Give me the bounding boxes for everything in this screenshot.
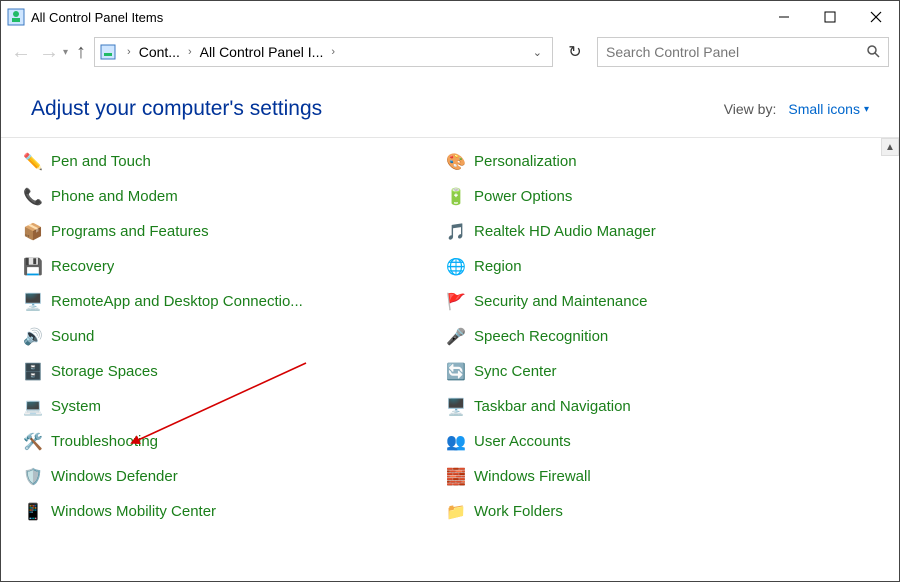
cp-item-icon: 📱 xyxy=(23,502,43,522)
view-by-label: View by: xyxy=(724,101,777,117)
close-button[interactable] xyxy=(853,1,899,33)
search-input[interactable]: Search Control Panel xyxy=(597,37,889,67)
page-title: Adjust your computer's settings xyxy=(31,97,322,121)
search-placeholder: Search Control Panel xyxy=(606,44,739,60)
cp-item-label: Security and Maintenance xyxy=(474,293,647,310)
cp-item-icon: 🔋 xyxy=(446,187,466,207)
cp-item-icon: 🧱 xyxy=(446,467,466,487)
view-by-value: Small icons xyxy=(788,101,860,117)
cp-item[interactable]: 🎨 Personalization xyxy=(446,144,859,179)
cp-item[interactable]: 🌐 Region xyxy=(446,249,859,284)
header-row: Adjust your computer's settings View by:… xyxy=(1,75,899,137)
cp-item-icon: 📦 xyxy=(23,222,43,242)
cp-item[interactable]: 🔊 Sound xyxy=(23,319,436,354)
cp-item[interactable]: 🛡️ Windows Defender xyxy=(23,459,436,494)
chevron-right-icon: › xyxy=(123,46,135,58)
breadcrumb-item-1[interactable]: Cont... xyxy=(139,44,180,60)
cp-item-icon: ✏️ xyxy=(23,152,43,172)
cp-item-icon: 🚩 xyxy=(446,292,466,312)
cp-item-label: Phone and Modem xyxy=(51,188,178,205)
cp-item-label: Region xyxy=(474,258,522,275)
breadcrumb-icon xyxy=(99,43,117,61)
control-panel-icon xyxy=(7,8,25,26)
cp-item[interactable]: 📱 Windows Mobility Center xyxy=(23,494,436,529)
cp-item[interactable]: 🎤 Speech Recognition xyxy=(446,319,859,354)
cp-item-icon: 🔊 xyxy=(23,327,43,347)
cp-item-label: Work Folders xyxy=(474,503,563,520)
cp-item[interactable]: 🧱 Windows Firewall xyxy=(446,459,859,494)
forward-button[interactable]: → xyxy=(39,41,59,64)
cp-item[interactable]: 🗄️ Storage Spaces xyxy=(23,354,436,389)
cp-item-icon: 📁 xyxy=(446,502,466,522)
breadcrumb[interactable]: › Cont... › All Control Panel I... › ⌄ xyxy=(94,37,553,67)
window-controls xyxy=(761,1,899,33)
breadcrumb-dropdown[interactable]: ⌄ xyxy=(533,46,548,59)
cp-item[interactable]: 🔋 Power Options xyxy=(446,179,859,214)
breadcrumb-item-2[interactable]: All Control Panel I... xyxy=(200,44,324,60)
items-grid: ✏️ Pen and Touch 🎨 Personalization 📞 Phone an… xyxy=(1,138,899,529)
view-by-dropdown[interactable]: Small icons ▾ xyxy=(788,101,869,117)
cp-item-label: User Accounts xyxy=(474,433,571,450)
cp-item-label: Realtek HD Audio Manager xyxy=(474,223,656,240)
cp-item[interactable]: 📞 Phone and Modem xyxy=(23,179,436,214)
cp-item-label: Personalization xyxy=(474,153,577,170)
chevron-right-icon: › xyxy=(184,46,196,58)
cp-item-icon: 🗄️ xyxy=(23,362,43,382)
cp-item-icon: 🛠️ xyxy=(23,432,43,452)
cp-item-label: Speech Recognition xyxy=(474,328,608,345)
back-button[interactable]: ← xyxy=(11,41,31,64)
cp-item-icon: 🎤 xyxy=(446,327,466,347)
cp-item-icon: 💾 xyxy=(23,257,43,277)
cp-item-icon: 🖥️ xyxy=(446,397,466,417)
cp-item[interactable]: 🚩 Security and Maintenance xyxy=(446,284,859,319)
cp-item-label: Programs and Features xyxy=(51,223,209,240)
cp-item[interactable]: 🛠️ Troubleshooting xyxy=(23,424,436,459)
cp-item-icon: 🌐 xyxy=(446,257,466,277)
cp-item-label: Storage Spaces xyxy=(51,363,158,380)
cp-item-label: System xyxy=(51,398,101,415)
cp-item[interactable]: 📦 Programs and Features xyxy=(23,214,436,249)
chevron-right-icon: › xyxy=(327,46,339,58)
cp-item-icon: 🎨 xyxy=(446,152,466,172)
maximize-button[interactable] xyxy=(807,1,853,33)
refresh-button[interactable]: ↻ xyxy=(561,38,589,66)
cp-item[interactable]: 💻 System xyxy=(23,389,436,424)
search-icon[interactable] xyxy=(866,44,880,61)
cp-item-label: RemoteApp and Desktop Connectio... xyxy=(51,293,303,310)
scroll-up-button[interactable]: ▲ xyxy=(881,138,899,156)
cp-item-icon: 🔄 xyxy=(446,362,466,382)
cp-item-icon: 👥 xyxy=(446,432,466,452)
cp-item[interactable]: 🎵 Realtek HD Audio Manager xyxy=(446,214,859,249)
cp-item[interactable]: ✏️ Pen and Touch xyxy=(23,144,436,179)
cp-item[interactable]: 🔄 Sync Center xyxy=(446,354,859,389)
cp-item-icon: 🎵 xyxy=(446,222,466,242)
titlebar: All Control Panel Items xyxy=(1,1,899,33)
cp-item[interactable]: 🖥️ RemoteApp and Desktop Connectio... xyxy=(23,284,436,319)
minimize-button[interactable] xyxy=(761,1,807,33)
chevron-down-icon: ▾ xyxy=(864,104,869,115)
history-dropdown[interactable]: ▾ xyxy=(63,47,68,58)
cp-item[interactable]: 📁 Work Folders xyxy=(446,494,859,529)
cp-item-label: Troubleshooting xyxy=(51,433,158,450)
cp-item[interactable]: 🖥️ Taskbar and Navigation xyxy=(446,389,859,424)
cp-item[interactable]: 💾 Recovery xyxy=(23,249,436,284)
cp-item-icon: 💻 xyxy=(23,397,43,417)
window-title: All Control Panel Items xyxy=(31,10,163,25)
cp-item-icon: 📞 xyxy=(23,187,43,207)
cp-item-label: Windows Firewall xyxy=(474,468,591,485)
cp-item-icon: 🛡️ xyxy=(23,467,43,487)
cp-item-label: Sync Center xyxy=(474,363,557,380)
cp-item-label: Windows Mobility Center xyxy=(51,503,216,520)
cp-item-label: Sound xyxy=(51,328,94,345)
view-by: View by: Small icons ▾ xyxy=(724,101,869,117)
cp-item[interactable]: 👥 User Accounts xyxy=(446,424,859,459)
cp-item-label: Recovery xyxy=(51,258,114,275)
cp-item-label: Windows Defender xyxy=(51,468,178,485)
cp-item-label: Taskbar and Navigation xyxy=(474,398,631,415)
cp-item-label: Power Options xyxy=(474,188,572,205)
navbar: ← → ▾ ↑ › Cont... › All Control Panel I.… xyxy=(1,33,899,75)
up-button[interactable]: ↑ xyxy=(76,41,86,64)
cp-item-label: Pen and Touch xyxy=(51,153,151,170)
cp-item-icon: 🖥️ xyxy=(23,292,43,312)
